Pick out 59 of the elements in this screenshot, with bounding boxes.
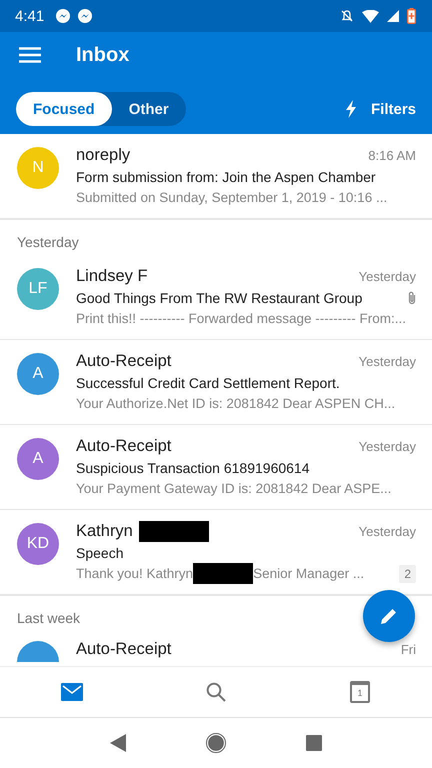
sender-name: Lindsey F	[76, 267, 148, 286]
email-preview: Your Payment Gateway ID is: 2081842 Dear ASPE...	[76, 481, 392, 496]
email-item[interactable]: A Auto-Receipt Yesterday Successful Credit Card Settlement Report. Your Authorize.Net ID is: 2081842 Dear ASPEN CH...	[0, 340, 432, 425]
avatar: KD	[17, 523, 59, 565]
messenger-icon	[78, 9, 92, 23]
pencil-icon	[379, 606, 399, 626]
email-subject: Speech	[76, 544, 124, 560]
email-item[interactable]: A Auto-Receipt Yesterday Suspicious Transaction 61891960614 Your Payment Gateway ID is: 2081842 Dear ASPE...	[0, 425, 432, 510]
mail-icon[interactable]	[61, 683, 83, 701]
email-preview: Senior Manager ...	[253, 566, 364, 581]
messenger-icon	[56, 9, 70, 23]
email-time: Yesterday	[358, 524, 416, 539]
email-item[interactable]: Auto-Receipt Fri	[0, 631, 432, 662]
email-time: Yesterday	[358, 354, 416, 369]
inbox-tab[interactable]: Other	[112, 92, 186, 126]
redaction-bar	[193, 563, 254, 584]
email-item[interactable]: KD Kathryn Yesterday Speech Thank you! Kathryn Senior Manager ... 2	[0, 510, 432, 595]
wifi-icon	[362, 10, 379, 22]
email-item[interactable]: N noreply 8:16 AM Form submission from: Join the Aspen Chamber Submitted on Sunday, September 1, 2019 - 10:16 ...	[0, 134, 432, 219]
avatar: A	[17, 353, 59, 395]
email-time: 8:16 AM	[368, 148, 416, 163]
avatar: LF	[17, 268, 59, 310]
avatar: N	[17, 147, 59, 189]
sender-name: Auto-Receipt	[76, 437, 172, 456]
inbox-title: Inbox	[76, 44, 130, 66]
thread-count: 2	[399, 564, 416, 582]
sender-name: Auto-Receipt	[76, 352, 172, 371]
sender-name: Kathryn	[76, 522, 133, 541]
filters-button[interactable]: Filters	[340, 92, 416, 126]
email-item[interactable]: LF Lindsey F Yesterday Good Things From The RW Restaurant Group Print this!! ---------- Forwarded message --------- From:...	[0, 255, 432, 340]
avatar: A	[17, 438, 59, 480]
redaction-bar	[138, 521, 209, 542]
muted-bell-icon	[340, 9, 354, 23]
email-preview: Submitted on Sunday, September 1, 2019 - 10:16 ...	[76, 190, 388, 205]
email-subject: Good Things From The RW Restaurant Group	[76, 290, 362, 306]
inbox-tab[interactable]: Focused	[16, 92, 112, 126]
section-heading: Yesterday	[0, 219, 432, 255]
sender-name: noreply	[76, 146, 130, 165]
email-preview: Thank you! Kathryn	[76, 566, 194, 581]
sender-name: Auto-Receipt	[76, 640, 172, 659]
home-icon[interactable]	[206, 733, 226, 753]
email-preview: Print this!! ---------- Forwarded message --------- From:...	[76, 311, 406, 326]
email-time: Yesterday	[358, 269, 416, 284]
status-time: 4:41	[15, 8, 44, 24]
email-subject: Suspicious Transaction 61891960614	[76, 460, 310, 476]
compose-button[interactable]	[363, 590, 415, 642]
menu-icon[interactable]	[19, 47, 41, 63]
email-preview: Your Authorize.Net ID is: 2081842 Dear ASPEN CH...	[76, 396, 396, 411]
signal-icon	[387, 10, 399, 22]
email-time: Yesterday	[358, 439, 416, 454]
calendar-icon[interactable]: 1	[350, 681, 370, 703]
lightning-icon	[344, 100, 357, 118]
battery-icon	[407, 8, 416, 24]
email-subject: Successful Credit Card Settlement Report.	[76, 374, 340, 390]
back-icon[interactable]	[110, 734, 126, 752]
paperclip-icon	[408, 290, 416, 304]
search-icon[interactable]	[206, 682, 226, 702]
email-time: Fri	[400, 642, 416, 657]
email-subject: Form submission from: Join the Aspen Chamber	[76, 168, 376, 184]
